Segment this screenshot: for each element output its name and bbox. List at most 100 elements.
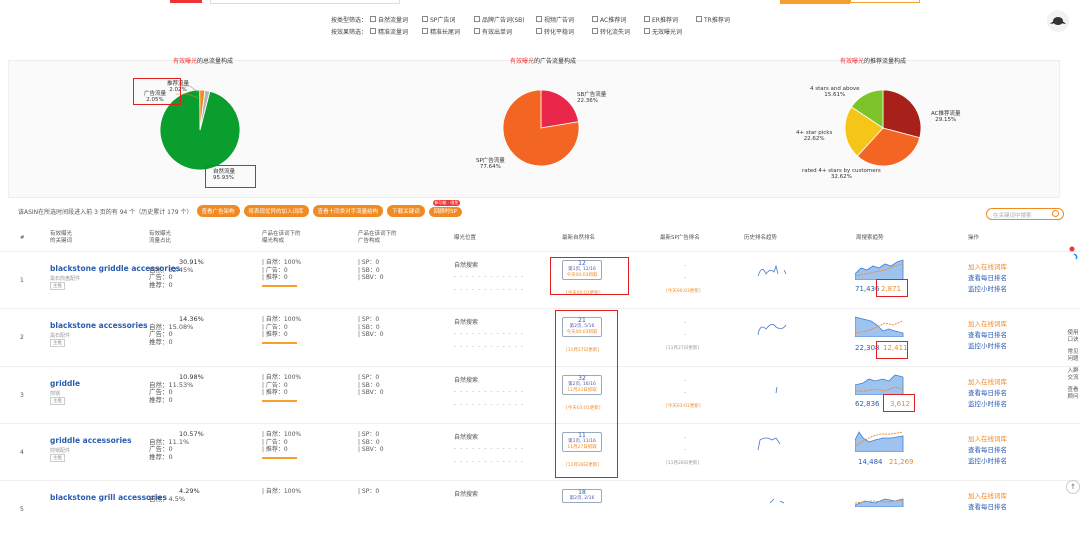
weekly-search-trend-chart[interactable] [855,254,905,280]
history-rank-sparkline[interactable] [756,377,790,397]
highlight-value-3 [883,394,915,412]
hourly-rank-link[interactable]: 监控小时排名 [968,284,1007,295]
avatar-icon[interactable] [1046,10,1070,32]
top-outline-tab[interactable] [850,0,920,3]
keyword-search-input[interactable]: 在关键词中搜索 [986,208,1064,220]
top-dropdown-edge [210,0,400,4]
filter-order[interactable]: 有效出单词 [474,27,536,36]
flow-c3a: | 自然：100% [262,488,302,495]
filter-sp[interactable]: SP广告词 [422,15,474,24]
filter-precise[interactable]: 精准流量词 [370,27,422,36]
summary-text: 该ASIN在所选时间段进入前 3 页的有 94 个（历史累计 179 个） [18,208,193,216]
add-to-library-link[interactable]: 加入在线词库 [968,319,1007,330]
highlight-natural [205,165,256,188]
th-prod-ad: 产品在该词下的 广告构成 [358,231,397,244]
toolbar: 该ASIN在所选时间段进入前 3 页的有 94 个（历史累计 179 个） 查看… [18,200,462,217]
sidebar-tips[interactable]: 使用口诀 [1066,330,1080,343]
filter-tr[interactable]: TR推荐词 [696,15,748,24]
filter-natural[interactable]: 自然流量词 [370,15,422,24]
sp-rank-value: - [684,262,687,269]
traffic-share: 10.57% 自然：11.1% 广告：0 推荐：0 [149,430,204,461]
th-share[interactable]: 有效曝光 流量占比 [149,231,171,245]
keyword-translation: 黑石煎盘配件 [50,276,81,282]
natural-rank-box[interactable]: 18 第2页, 2/16 [562,489,602,503]
weekly-search-trend-chart[interactable] [855,426,905,452]
sidebar-advisor[interactable]: 查看顾问 [1066,387,1080,400]
history-rank-sparkline[interactable] [756,319,790,339]
position-text: 自然搜索 [454,491,479,498]
ad-c4a: | SP：0 [358,316,380,323]
view-ad-structure-button[interactable]: 查看广告架构 [196,205,240,217]
view-competitor-flow-button[interactable]: 查看十同类对手流量结构 [312,205,384,217]
weekly-search-trend-chart[interactable] [855,369,905,395]
keyword-link[interactable]: blackstone accessories [50,321,148,330]
search-volume-value: 14,484 [858,458,883,466]
sidebar-group[interactable]: 入群交流 [1066,368,1080,381]
sidebar-faq[interactable]: 常见问题 [1066,349,1080,362]
flow-c3b: | 广告：0 [262,266,288,274]
daily-rank-link[interactable]: 查看每日排名 [968,445,1007,456]
th-sp-rank[interactable]: 最新SP广告排名 [660,235,700,242]
add-to-library-link[interactable]: 加入在线词库 [968,491,1007,502]
add-to-library-link[interactable]: 加入在线词库 [968,262,1007,273]
th-week-trend[interactable]: 周搜索趋势 [856,235,884,242]
filter-ac[interactable]: AC推荐词 [592,15,644,24]
flow-c3a: | 自然：100% [262,316,302,323]
daily-rank-link[interactable]: 查看每日排名 [968,502,1007,513]
hourly-rank-link[interactable]: 监控小时排名 [968,456,1007,467]
download-keywords-button[interactable]: 下载关键词 [387,205,425,217]
history-rank-sparkline[interactable] [756,491,790,511]
share-rec: 推荐：0 [149,337,173,346]
sp-rank-value-2: - [684,331,687,338]
row-actions: 加入在线词库 查看每日排名 [968,491,1007,513]
position-dash-1: - - - - - - - - - - - - [454,445,524,452]
hourly-rank-link[interactable]: 监控小时排名 [968,399,1007,410]
filter-stable[interactable]: 转化平稳词 [536,27,592,36]
review-sp-button[interactable]: 回顾时SP [428,207,462,217]
main-tag-badge: 主推 [50,339,65,347]
history-rank-sparkline[interactable] [756,262,790,282]
table-row: 2 blackstone accessories 黑石配件 主推 14.36% 自然：15… [0,308,1080,366]
ad-c4b: | SB：0 [358,438,380,446]
top-orange-tab[interactable] [780,0,850,4]
sp-rank-value: - [684,434,687,441]
add-to-library-link[interactable]: 加入在线词库 [968,377,1007,388]
weekly-search-trend-chart[interactable] [855,497,905,507]
back-to-top-button[interactable]: ↑ [1066,480,1080,494]
th-rank[interactable]: 最新自然排名 [562,235,595,242]
add-good-words-button[interactable]: 将表现优异的加入词库 [243,205,309,217]
traffic-share: 30.91% 自然：32.45% 广告：0 推荐：0 [149,258,204,289]
row-number: 2 [20,334,24,341]
daily-rank-link[interactable]: 查看每日排名 [968,273,1007,284]
hint-icon[interactable] [1069,246,1079,260]
filter-type-label: 按类型筛选： [330,16,367,24]
weekly-search-trend-chart[interactable] [855,311,905,337]
th-ops: 操作 [968,235,980,241]
daily-rank-link[interactable]: 查看每日排名 [968,330,1007,341]
add-to-library-link[interactable]: 加入在线词库 [968,434,1007,445]
filter-er[interactable]: ER推荐词 [644,15,696,24]
product-ad: | SP：0 | SB：0 | SBV：0 [358,374,384,397]
flow-underline [262,399,297,402]
top-red-tab[interactable] [170,0,202,3]
keyword-link[interactable]: griddle accessories [50,436,132,445]
filter-invalid[interactable]: 无效曝光词 [644,27,696,36]
th-keyword[interactable]: 有效曝光 的关键词 [50,231,72,245]
filter-longtail[interactable]: 精准长尾词 [422,27,474,36]
keyword-link[interactable]: griddle [50,379,80,388]
right-sidebar: 使用口诀 常见问题 入群交流 查看顾问 [1066,330,1080,480]
filter-loss[interactable]: 转化流失词 [592,27,644,36]
sp-rank-value: - [684,319,687,326]
search-icon[interactable] [1052,210,1059,217]
sp-rank-update: [11月28日更新] [666,461,699,466]
filter-sb[interactable]: 品牌广告词(SB) [474,15,536,24]
hourly-rank-link[interactable]: 监控小时排名 [968,341,1007,352]
filter-video[interactable]: 视频广告词 [536,15,592,24]
share-natural: 自然：4.5% [149,494,186,503]
flow-c3c: | 推荐：0 [262,446,288,453]
sp-rank-value-2: - [684,389,687,396]
daily-rank-link[interactable]: 查看每日排名 [968,388,1007,399]
ad-c4c: | SBV：0 [358,331,384,338]
pie3-label-rated: rated 4+ stars by customers 32.62% [802,168,881,180]
history-rank-sparkline[interactable] [756,434,790,454]
